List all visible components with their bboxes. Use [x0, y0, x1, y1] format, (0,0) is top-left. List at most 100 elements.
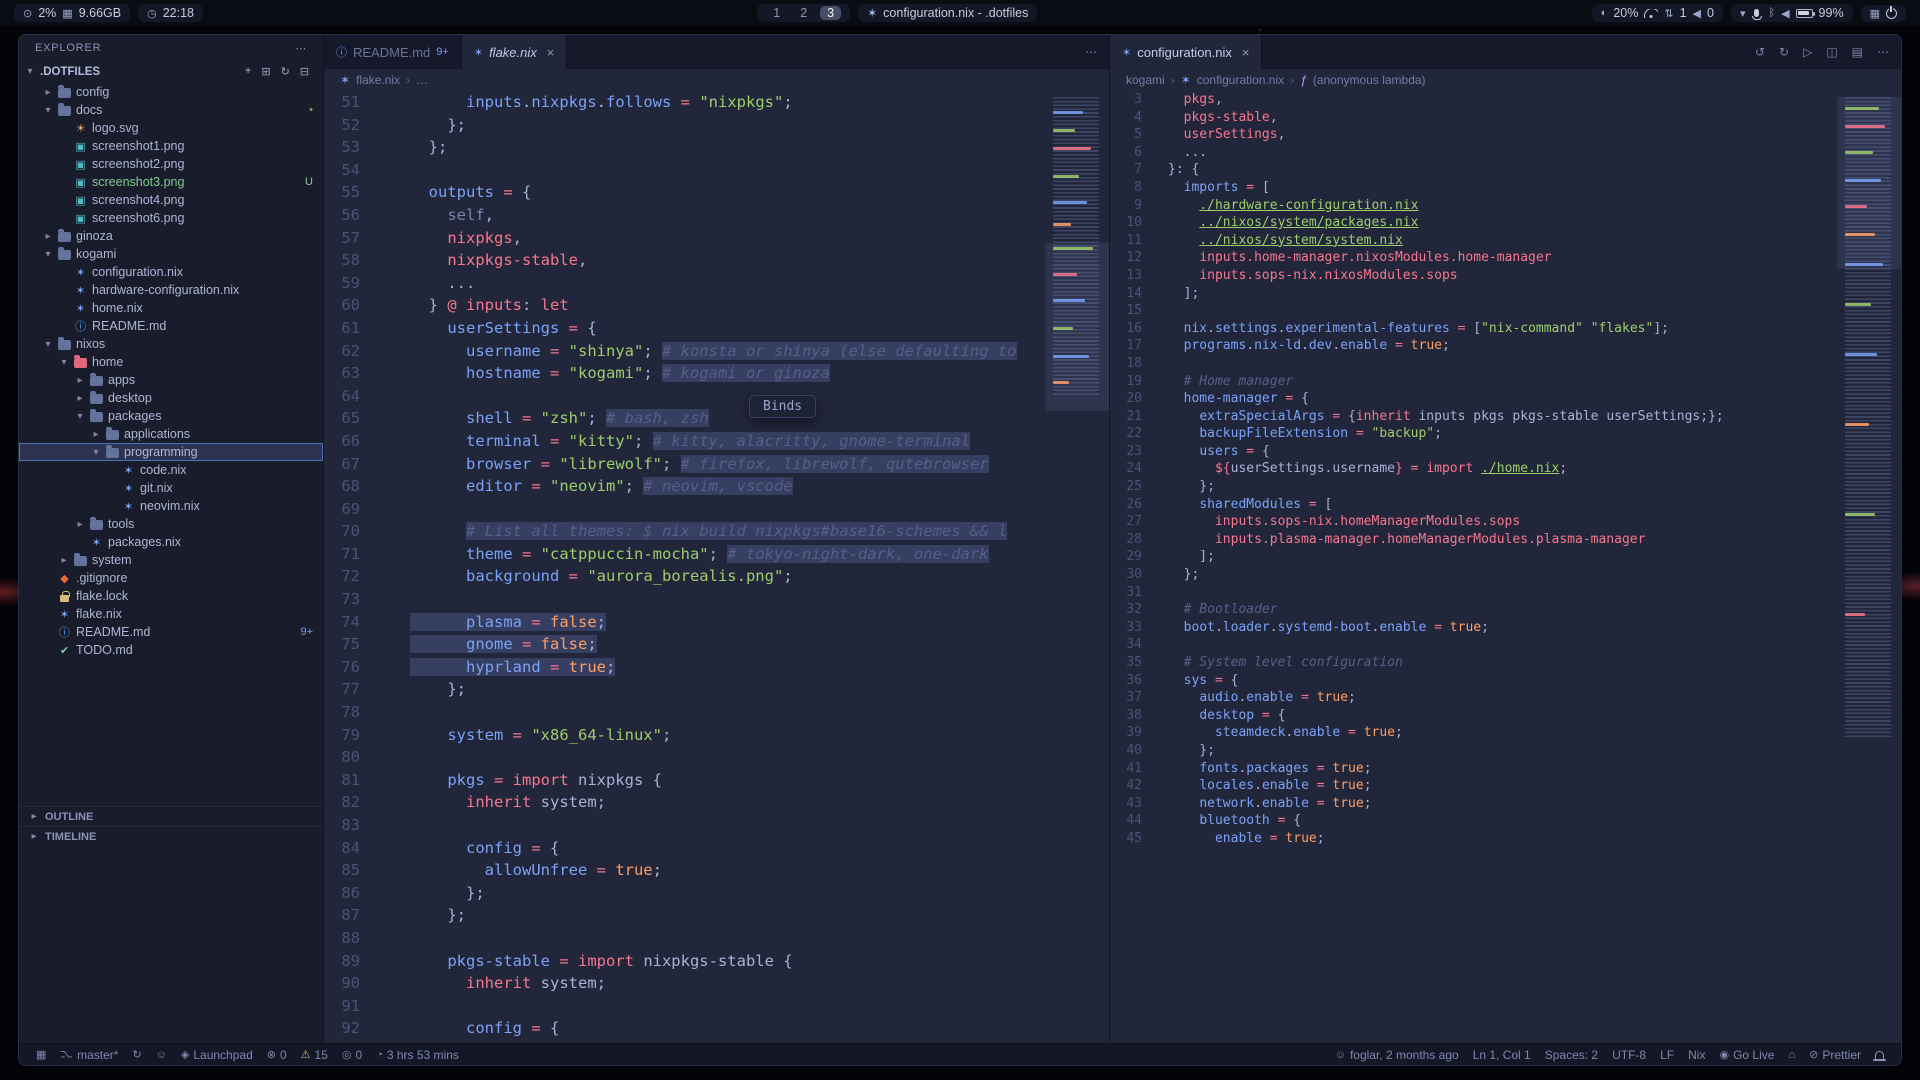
file-screenshot1.png[interactable]: ▣screenshot1.png: [19, 137, 323, 155]
minimap[interactable]: [1837, 93, 1901, 1043]
workspace-3[interactable]: 3: [820, 6, 841, 20]
close-tab-icon[interactable]: ×: [547, 45, 555, 60]
microphone-icon[interactable]: [1754, 9, 1759, 17]
code-editor[interactable]: 5152535455565758596061626364656667686970…: [324, 91, 1109, 1043]
tray-module[interactable]: ▾ ᛒ ◀ 99%: [1731, 4, 1853, 22]
github[interactable]: ⌂: [1788, 1049, 1795, 1061]
folder-nixos[interactable]: ▾nixos: [19, 335, 323, 353]
file-hardware-configuration.nix[interactable]: ✶hardware-configuration.nix: [19, 281, 323, 299]
explorer-more-actions-icon[interactable]: ⋯: [295, 42, 307, 55]
clock-module[interactable]: ◷ 22:18: [138, 4, 203, 22]
layout-icon[interactable]: ▤: [1852, 45, 1863, 59]
indicators-module[interactable]: ◐ 20% ⇅ 1 ◀ 0: [1592, 4, 1723, 22]
folder-home[interactable]: ▾home: [19, 353, 323, 371]
more-actions-icon[interactable]: ⋯: [1877, 45, 1889, 59]
breadcrumb[interactable]: ✶ flake.nix › …: [324, 69, 1109, 91]
folder-system[interactable]: ▸system: [19, 551, 323, 569]
language-mode[interactable]: Nix: [1688, 1048, 1705, 1062]
folder-applications[interactable]: ▸applications: [19, 425, 323, 443]
workspace-2[interactable]: 2: [793, 6, 814, 20]
power-icon[interactable]: [1886, 8, 1897, 19]
new-folder-icon[interactable]: ⊞: [261, 65, 270, 78]
file-screenshot4.png[interactable]: ▣screenshot4.png: [19, 191, 323, 209]
apps-grid-icon[interactable]: ▦: [1870, 7, 1880, 20]
timeline-section[interactable]: ▸ TIMELINE: [19, 826, 323, 846]
folder-kogami[interactable]: ▾kogami: [19, 245, 323, 263]
collapse-folders-icon[interactable]: ⊟: [300, 65, 309, 78]
tree-item-label: tools: [108, 517, 134, 531]
file-screenshot3.png[interactable]: ▣screenshot3.pngU: [19, 173, 323, 191]
breadcrumb[interactable]: kogami › ✶ configuration.nix › ƒ (anonym…: [1110, 69, 1901, 91]
launchpad[interactable]: ◈Launchpad: [181, 1048, 253, 1062]
minimap[interactable]: [1045, 93, 1109, 1043]
encoding[interactable]: UTF-8: [1612, 1048, 1646, 1062]
file-packages.nix[interactable]: ✶packages.nix: [19, 533, 323, 551]
chevron-down-icon[interactable]: ▾: [1740, 7, 1746, 20]
folder-desktop[interactable]: ▸desktop: [19, 389, 323, 407]
indentation[interactable]: Spaces: 2: [1545, 1048, 1598, 1062]
file-logo.svg[interactable]: ☀logo.svg: [19, 119, 323, 137]
file-neovim.nix[interactable]: ✶neovim.nix: [19, 497, 323, 515]
file-README.md[interactable]: ⓘREADME.md: [19, 317, 323, 335]
sync-icon[interactable]: ↻: [1779, 45, 1789, 59]
remote-indicator[interactable]: ▦: [36, 1048, 46, 1061]
power-module[interactable]: ▦: [1861, 5, 1906, 22]
code-editor[interactable]: 3456789101112131415161718192021222324252…: [1110, 91, 1901, 1043]
file-screenshot6.png[interactable]: ▣screenshot6.png: [19, 209, 323, 227]
nav-back-icon[interactable]: ↺: [1755, 45, 1765, 59]
git-blame[interactable]: ☺foglar, 2 months ago: [1335, 1048, 1459, 1062]
split-editor-icon[interactable]: ◫: [1826, 45, 1837, 59]
folder-ginoza[interactable]: ▸ginoza: [19, 227, 323, 245]
go-live[interactable]: ◉Go Live: [1719, 1048, 1774, 1062]
eol[interactable]: LF: [1660, 1048, 1674, 1062]
accounts[interactable]: ☺: [156, 1049, 167, 1061]
ports[interactable]: ◎0: [342, 1048, 362, 1062]
more-actions-icon[interactable]: ⋯: [1085, 45, 1097, 59]
file-configuration.nix[interactable]: ✶configuration.nix: [19, 263, 323, 281]
folder-apps[interactable]: ▸apps: [19, 371, 323, 389]
cursor-position[interactable]: Ln 1, Col 1: [1473, 1048, 1531, 1062]
bluetooth-icon[interactable]: ᛒ: [1768, 7, 1775, 19]
run-icon[interactable]: ▷: [1803, 45, 1812, 59]
file-.gitignore[interactable]: ◆.gitignore: [19, 569, 323, 587]
workspace-root[interactable]: ▾ .DOTFILES + ⊞ ↻ ⊟: [19, 61, 323, 82]
file-TODO.md[interactable]: ✔TODO.md: [19, 641, 323, 659]
breadcrumb-symbol[interactable]: …: [416, 73, 428, 87]
breadcrumb-file[interactable]: configuration.nix: [1197, 73, 1284, 87]
code-content[interactable]: pkgs, pkgs-stable, userSettings, ...}: {…: [1154, 91, 1901, 1043]
folder-tools[interactable]: ▸tools: [19, 515, 323, 533]
folder-programming[interactable]: ▾programming: [19, 443, 323, 461]
file-code.nix[interactable]: ✶code.nix: [19, 461, 323, 479]
git-sync[interactable]: ↻: [132, 1048, 141, 1061]
refresh-explorer-icon[interactable]: ↻: [281, 65, 290, 78]
file-home.nix[interactable]: ✶home.nix: [19, 299, 323, 317]
breadcrumb-file[interactable]: flake.nix: [356, 73, 400, 87]
breadcrumb-symbol[interactable]: (anonymous lambda): [1313, 73, 1426, 87]
close-tab-icon[interactable]: ×: [1242, 45, 1250, 60]
folder-docs[interactable]: ▾docs•: [19, 101, 323, 119]
errors[interactable]: ⊗0: [267, 1048, 287, 1062]
wakatime[interactable]: ◔3 hrs 53 mins: [376, 1048, 459, 1062]
file-git.nix[interactable]: ✶git.nix: [19, 479, 323, 497]
file-flake.nix[interactable]: ✶flake.nix: [19, 605, 323, 623]
new-file-icon[interactable]: +: [245, 65, 251, 78]
breadcrumb-folder[interactable]: kogami: [1126, 73, 1165, 87]
code-content[interactable]: inputs.nixpkgs.follows = "nixpkgs"; }; }…: [376, 91, 1109, 1043]
workspace-1[interactable]: 1: [766, 6, 787, 20]
file-README.md[interactable]: ⓘREADME.md9+: [19, 623, 323, 641]
clock-icon: ◔: [376, 1049, 383, 1061]
tab-configuration[interactable]: ✶ configuration.nix ×: [1110, 35, 1262, 69]
notifications[interactable]: [1875, 1051, 1884, 1059]
volume-icon[interactable]: ◀: [1781, 7, 1789, 20]
warnings[interactable]: ⚠15: [301, 1048, 328, 1062]
folder-packages[interactable]: ▾packages: [19, 407, 323, 425]
folder-config[interactable]: ▸config: [19, 83, 323, 101]
outline-section[interactable]: ▸ OUTLINE: [19, 806, 323, 826]
prettier[interactable]: ⊘Prettier: [1809, 1048, 1861, 1062]
file-screenshot2.png[interactable]: ▣screenshot2.png: [19, 155, 323, 173]
file-flake.lock[interactable]: flake.lock: [19, 587, 323, 605]
tab-flake[interactable]: ✶ flake.nix ×: [462, 35, 568, 69]
tab-readme[interactable]: ⓘ README.md 9+: [324, 35, 462, 69]
git-branch[interactable]: ⌥master*: [60, 1048, 118, 1062]
cpu-module[interactable]: ⊙ 2% ▦ 9.66GB: [14, 4, 130, 22]
